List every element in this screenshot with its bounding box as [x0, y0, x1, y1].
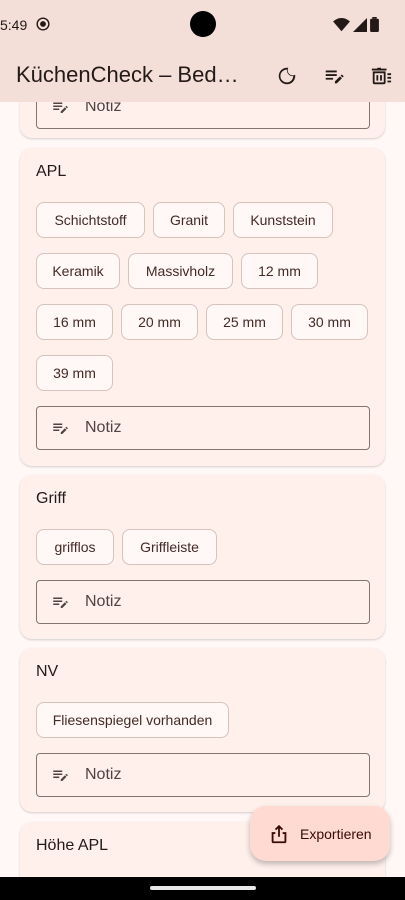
chip-30mm[interactable]: 30 mm [291, 304, 368, 340]
note-edit-icon [53, 423, 68, 434]
dark-mode-icon [278, 67, 296, 85]
delete-list-icon [371, 67, 392, 85]
note-edit-icon [53, 770, 68, 781]
section-card-griff: Griff grifflos Griffleiste Notiz [20, 475, 385, 639]
cellular-icon [353, 17, 367, 32]
chip-kunststein[interactable]: Kunststein [233, 202, 333, 238]
page-title: KüchenCheck – Bedarfsanalyse [16, 62, 248, 87]
note-field[interactable]: Notiz [36, 753, 370, 797]
chip-massivholz[interactable]: Massivholz [128, 253, 233, 289]
edit-list-icon [325, 70, 344, 84]
section-card-apl: APL Schichtstoff Granit Kunststein Keram… [20, 148, 385, 466]
status-time: 5:49 [0, 17, 28, 33]
chip-grifflos[interactable]: grifflos [36, 529, 114, 565]
note-edit-icon [53, 597, 68, 608]
note-label: Notiz [85, 419, 122, 436]
status-icons [333, 17, 379, 32]
export-button[interactable]: Exportieren [250, 806, 390, 861]
chip-12mm[interactable]: 12 mm [241, 253, 318, 289]
camera-cutout [190, 11, 216, 37]
chip-25mm[interactable]: 25 mm [206, 304, 283, 340]
chip-griffleiste[interactable]: Griffleiste [122, 529, 217, 565]
content-list[interactable]: Notiz APL Schichtstoff Granit Kunststein… [0, 0, 405, 877]
edit-list-button[interactable] [320, 62, 348, 90]
dark-mode-button[interactable] [273, 62, 301, 90]
app-notification-icon [36, 17, 50, 31]
app-bar: KüchenCheck – Bedarfsanalyse [0, 50, 405, 102]
note-field[interactable]: Notiz [36, 580, 370, 624]
chip-fliesenspiegel-vorhanden[interactable]: Fliesenspiegel vorhanden [36, 702, 229, 738]
battery-icon [370, 17, 379, 32]
section-title-hoehe-apl: Höhe APL [36, 837, 109, 854]
note-label: Notiz [85, 593, 122, 610]
chip-keramik[interactable]: Keramik [36, 253, 120, 289]
chip-39mm[interactable]: 39 mm [36, 355, 113, 391]
system-nav-bar [0, 877, 405, 900]
chip-16mm[interactable]: 16 mm [36, 304, 113, 340]
status-bar: 5:49 [0, 0, 405, 50]
home-gesture-handle[interactable] [150, 886, 256, 890]
note-field[interactable]: Notiz [36, 406, 370, 450]
chip-granit[interactable]: Granit [153, 202, 225, 238]
section-title-griff: Griff [36, 490, 66, 507]
section-card-nv: NV Fliesenspiegel vorhanden Notiz [20, 648, 385, 812]
section-title-nv: NV [36, 663, 59, 680]
export-label: Exportieren [300, 825, 372, 842]
screen: Notiz APL Schichtstoff Granit Kunststein… [0, 0, 405, 900]
section-title-apl: APL [36, 163, 67, 180]
chip-schichtstoff[interactable]: Schichtstoff [36, 202, 145, 238]
note-label: Notiz [85, 766, 122, 783]
share-icon [271, 824, 287, 843]
wifi-icon [333, 17, 350, 31]
chip-20mm[interactable]: 20 mm [121, 304, 198, 340]
delete-list-button[interactable] [367, 62, 395, 90]
